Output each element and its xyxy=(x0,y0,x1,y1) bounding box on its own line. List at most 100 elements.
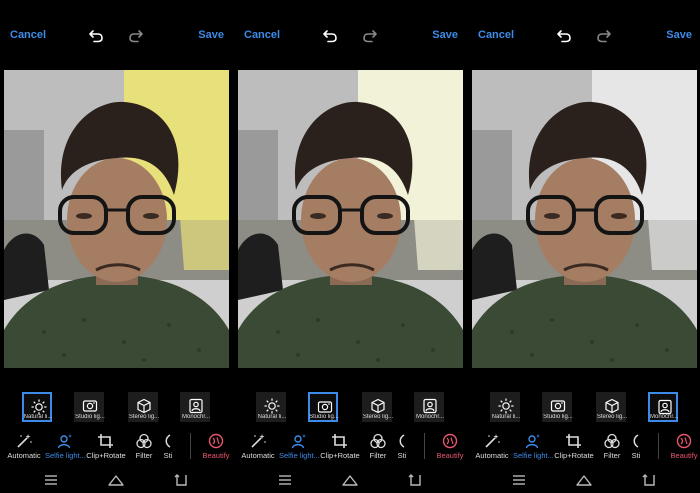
filter-label: Stereo lig... xyxy=(362,414,394,420)
tool-label: Clip+Rotate xyxy=(320,451,360,460)
tool-label: Sti xyxy=(397,451,407,460)
menu-icon[interactable] xyxy=(278,473,292,491)
tool-magic-wand[interactable]: Automatic xyxy=(4,433,44,460)
editor-panel-3: Cancel Save Natural li... Studio lig... Ster… xyxy=(468,0,700,493)
tool-label: Selfie light... xyxy=(513,451,554,460)
tool-label: Automatic xyxy=(475,451,509,460)
tool-label: Beautify xyxy=(436,451,464,460)
lighting-filter-strip: Natural li... Studio lig... Stereo lig... M… xyxy=(234,392,466,428)
tool-selfie-light[interactable]: Selfie light... xyxy=(279,433,320,460)
edit-tool-bar: Automatic Selfie light... Clip+Rotate Filte… xyxy=(468,433,700,463)
photo-preview xyxy=(238,70,463,368)
home-icon[interactable] xyxy=(108,473,124,491)
crop-icon xyxy=(86,433,126,449)
beautify-icon xyxy=(664,433,700,449)
tool-label: Beautify xyxy=(670,451,698,460)
filter-label: Studio lig... xyxy=(543,414,573,420)
beautify-icon xyxy=(196,433,232,449)
tool-label: Sti xyxy=(163,451,173,460)
home-icon[interactable] xyxy=(576,473,592,491)
sticker-icon xyxy=(394,433,410,449)
sticker-icon xyxy=(160,433,176,449)
toolbar-divider xyxy=(424,433,425,459)
tool-sticker[interactable]: Sti xyxy=(628,433,644,460)
top-bar: Cancel Save xyxy=(0,0,232,68)
redo-icon[interactable] xyxy=(362,29,378,43)
magic-wand-icon xyxy=(472,433,512,449)
tool-sticker[interactable]: Sti xyxy=(394,433,410,460)
tool-filter-circles[interactable]: Filter xyxy=(358,433,398,460)
editor-panel-2: Cancel Save Natural li... Studio lig... Ster… xyxy=(234,0,466,493)
back-icon[interactable] xyxy=(174,473,188,491)
filter-label: Natural li... xyxy=(23,414,53,420)
filter-circles-icon xyxy=(358,433,398,449)
filter-label: Monochr... xyxy=(415,414,444,420)
tool-label: Automatic xyxy=(7,451,41,460)
system-nav-bar xyxy=(234,470,466,490)
back-icon[interactable] xyxy=(642,473,656,491)
photo-preview xyxy=(4,70,229,368)
top-bar: Cancel Save xyxy=(468,0,700,68)
tool-magic-wand[interactable]: Automatic xyxy=(472,433,512,460)
top-bar: Cancel Save xyxy=(234,0,466,68)
tool-crop[interactable]: Clip+Rotate xyxy=(320,433,360,460)
tool-label: Selfie light... xyxy=(279,451,320,460)
selfie-light-icon xyxy=(45,433,85,449)
undo-icon[interactable] xyxy=(322,29,338,43)
tool-label: Filter xyxy=(369,451,387,460)
system-nav-bar xyxy=(0,470,232,490)
editor-panel-1: Cancel Save Natural li... Studio lig... Ster… xyxy=(0,0,232,493)
menu-icon[interactable] xyxy=(44,473,58,491)
tool-label: Automatic xyxy=(241,451,275,460)
toolbar-divider xyxy=(658,433,659,459)
tool-magic-wand[interactable]: Automatic xyxy=(238,433,278,460)
tool-label: Filter xyxy=(135,451,153,460)
crop-icon xyxy=(554,433,594,449)
beautify-icon xyxy=(430,433,466,449)
tool-crop[interactable]: Clip+Rotate xyxy=(554,433,594,460)
back-icon[interactable] xyxy=(408,473,422,491)
tool-label: Clip+Rotate xyxy=(554,451,594,460)
filter-label: Natural li... xyxy=(491,414,521,420)
magic-wand-icon xyxy=(238,433,278,449)
system-nav-bar xyxy=(468,470,700,490)
filter-label: Natural li... xyxy=(257,414,287,420)
save-button[interactable]: Save xyxy=(198,29,224,41)
tool-sticker[interactable]: Sti xyxy=(160,433,176,460)
tool-label: Clip+Rotate xyxy=(86,451,126,460)
cancel-button[interactable]: Cancel xyxy=(244,29,280,41)
home-icon[interactable] xyxy=(342,473,358,491)
filter-label: Studio lig... xyxy=(309,414,339,420)
undo-icon[interactable] xyxy=(88,29,104,43)
filter-label: Stereo lig... xyxy=(128,414,160,420)
filter-label: Stereo lig... xyxy=(596,414,628,420)
lighting-filter-strip: Natural li... Studio lig... Stereo lig... M… xyxy=(0,392,232,428)
save-button[interactable]: Save xyxy=(666,29,692,41)
redo-icon[interactable] xyxy=(128,29,144,43)
tool-selfie-light[interactable]: Selfie light... xyxy=(45,433,86,460)
tool-filter-circles[interactable]: Filter xyxy=(124,433,164,460)
magic-wand-icon xyxy=(4,433,44,449)
toolbar-divider xyxy=(190,433,191,459)
crop-icon xyxy=(320,433,360,449)
tool-crop[interactable]: Clip+Rotate xyxy=(86,433,126,460)
edit-tool-bar: Automatic Selfie light... Clip+Rotate Filte… xyxy=(234,433,466,463)
redo-icon[interactable] xyxy=(596,29,612,43)
filter-label: Monochr... xyxy=(181,414,210,420)
edit-tool-bar: Automatic Selfie light... Clip+Rotate Filte… xyxy=(0,433,232,463)
sticker-icon xyxy=(628,433,644,449)
save-button[interactable]: Save xyxy=(432,29,458,41)
tool-label: Beautify xyxy=(202,451,230,460)
filter-label: Studio lig... xyxy=(75,414,105,420)
cancel-button[interactable]: Cancel xyxy=(478,29,514,41)
menu-icon[interactable] xyxy=(512,473,526,491)
filter-circles-icon xyxy=(124,433,164,449)
tool-beautify[interactable]: Beautify xyxy=(196,433,232,460)
tool-beautify[interactable]: Beautify xyxy=(430,433,466,460)
tool-selfie-light[interactable]: Selfie light... xyxy=(513,433,554,460)
undo-icon[interactable] xyxy=(556,29,572,43)
cancel-button[interactable]: Cancel xyxy=(10,29,46,41)
tool-filter-circles[interactable]: Filter xyxy=(592,433,632,460)
tool-beautify[interactable]: Beautify xyxy=(664,433,700,460)
selfie-light-icon xyxy=(279,433,319,449)
